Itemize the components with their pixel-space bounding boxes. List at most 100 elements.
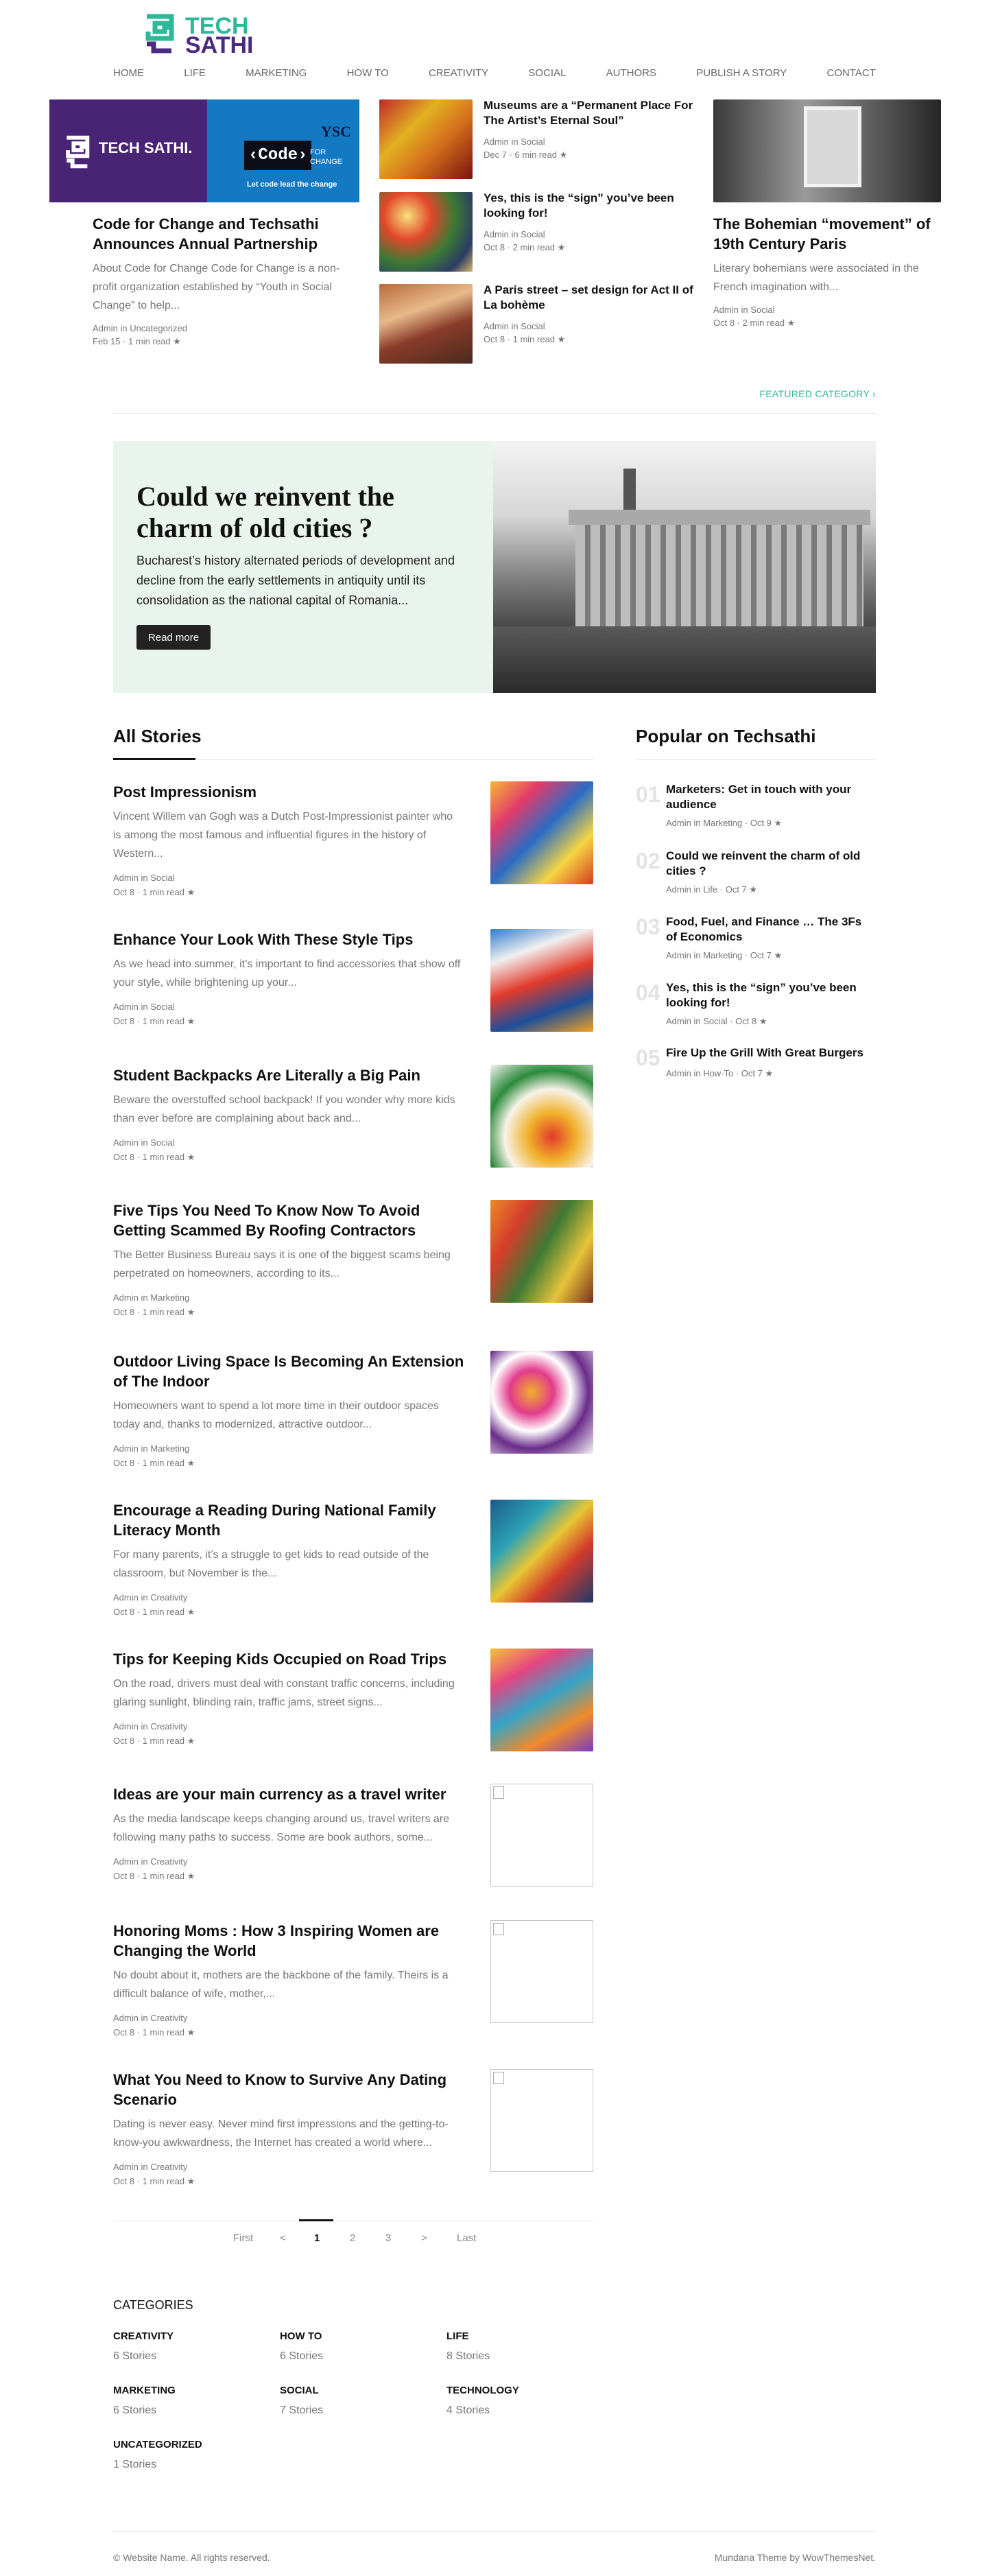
page-3[interactable]: 3	[385, 2232, 391, 2244]
featured-middle-2-date: Oct 8 · 2 min read ★	[484, 242, 566, 252]
story-thumbnail[interactable]	[490, 1649, 593, 1751]
divider	[113, 2531, 876, 2532]
broken-image-icon[interactable]	[490, 1784, 593, 1887]
story-thumbnail[interactable]	[490, 1351, 593, 1454]
story-excerpt: As the media landscape keeps changing ar…	[113, 1813, 450, 1843]
star-icon: ★	[749, 884, 758, 895]
story-title[interactable]: Enhance Your Look With These Style Tips	[113, 930, 470, 949]
story-thumbnail[interactable]	[490, 1500, 593, 1603]
image-ysc-text: YSC	[320, 123, 351, 140]
featured-middle-2-title[interactable]: Yes, this is the “sign” you’ve been look…	[484, 191, 700, 221]
story-title[interactable]: Encourage a Reading During National Fami…	[113, 1500, 470, 1540]
popular-title[interactable]: Food, Fuel, and Finance … The 3Fs of Eco…	[666, 914, 872, 945]
thumb-museum[interactable]	[379, 99, 473, 179]
story-excerpt: For many parents, it’s a struggle to get…	[113, 1549, 429, 1579]
broken-image-icon[interactable]	[490, 1920, 593, 2023]
story-title[interactable]: What You Need to Know to Survive Any Dat…	[113, 2070, 470, 2110]
story-thumbnail[interactable]	[490, 781, 593, 884]
nav-item-life[interactable]: LIFE	[184, 67, 206, 79]
category-name[interactable]: SOCIAL	[280, 2385, 323, 2396]
featured-middle-2-author[interactable]: Admin in Social	[484, 229, 700, 239]
story-date: Oct 8 · 1 min read ★	[113, 1458, 195, 1468]
category-name[interactable]: UNCATEGORIZED	[113, 2439, 202, 2450]
featured-middle-2: Yes, this is the “sign” you’ve been look…	[484, 191, 700, 253]
star-icon: ★	[774, 950, 783, 960]
story-excerpt: As we head into summer, it’s important t…	[113, 958, 461, 989]
nav-item-social[interactable]: SOCIAL	[528, 67, 566, 79]
popular-title[interactable]: Fire Up the Grill With Great Burgers	[666, 1045, 872, 1061]
popular-title[interactable]: Could we reinvent the charm of old citie…	[666, 849, 872, 879]
category-name[interactable]: MARKETING	[113, 2385, 176, 2396]
featured-main-author[interactable]: Admin in Uncategorized	[93, 323, 346, 333]
category-name[interactable]: CREATIVITY	[113, 2330, 174, 2342]
nav-item-marketing[interactable]: MARKETING	[246, 67, 307, 79]
image-code-text: ‹Code›	[244, 141, 312, 170]
story-title[interactable]: Honoring Moms : How 3 Inspiring Women ar…	[113, 1921, 470, 1961]
category-name[interactable]: TECHNOLOGY	[446, 2385, 519, 2396]
category-life[interactable]: LIFE 8 Stories	[446, 2330, 490, 2363]
story-thumbnail[interactable]	[490, 929, 593, 1032]
nav-item-publish[interactable]: PUBLISH A STORY	[696, 67, 787, 79]
featured-right: The Bohemian “movement” of 19th Century …	[713, 214, 940, 329]
star-icon: ★	[774, 818, 783, 828]
category-creativity[interactable]: CREATIVITY 6 Stories	[113, 2330, 174, 2363]
featured-middle-1-title[interactable]: Museums are a “Permanent Place For The A…	[484, 98, 700, 128]
category-social[interactable]: SOCIAL 7 Stories	[280, 2385, 323, 2417]
all-stories-heading: All Stories	[113, 726, 202, 746]
thumb-bohemian[interactable]	[713, 99, 941, 202]
story-title[interactable]: Post Impressionism	[113, 782, 470, 802]
nav-item-home[interactable]: HOME	[113, 67, 144, 79]
thumb-sign[interactable]	[379, 192, 473, 272]
featured-middle-1-author[interactable]: Admin in Social	[484, 137, 700, 147]
star-icon: ★	[759, 1016, 767, 1026]
page-2[interactable]: 2	[350, 2232, 355, 2244]
page-last[interactable]: Last	[457, 2232, 476, 2244]
story-title[interactable]: Student Backpacks Are Literally a Big Pa…	[113, 1065, 470, 1085]
thumb-paris[interactable]	[379, 284, 473, 364]
nav-item-how-to[interactable]: HOW TO	[347, 67, 389, 79]
image-for-text: FOR CHANGE	[310, 148, 343, 166]
featured-right-author[interactable]: Admin in Social	[713, 305, 940, 315]
footer-credit[interactable]: Mundana Theme by WowThemesNet.	[715, 2552, 876, 2563]
logo-mark-icon	[145, 14, 174, 54]
story-date: Oct 8 · 1 min read ★	[113, 2027, 195, 2037]
page-1[interactable]: 1	[314, 2232, 320, 2244]
story-title[interactable]: Ideas are your main currency as a travel…	[113, 1784, 470, 1804]
popular-title[interactable]: Yes, this is the “sign” you’ve been look…	[666, 980, 872, 1011]
featured-middle-3-title[interactable]: A Paris street – set design for Act II o…	[484, 283, 700, 313]
broken-image-icon[interactable]	[490, 2069, 593, 2172]
story-title[interactable]: Five Tips You Need To Know Now To Avoid …	[113, 1201, 470, 1240]
featured-right-title[interactable]: The Bohemian “movement” of 19th Century …	[713, 214, 940, 254]
category-name[interactable]: LIFE	[446, 2330, 490, 2342]
banner-title[interactable]: Could we reinvent the charm of old citie…	[136, 481, 425, 544]
page-next[interactable]: >	[421, 2232, 427, 2244]
divider	[636, 759, 876, 760]
category-uncategorized[interactable]: UNCATEGORIZED 1 Stories	[113, 2439, 202, 2471]
nav-item-authors[interactable]: AUTHORS	[606, 67, 656, 79]
read-more-button[interactable]: Read more	[136, 625, 211, 650]
popular-title[interactable]: Marketers: Get in touch with your audien…	[666, 782, 872, 812]
story-title[interactable]: Outdoor Living Space Is Becoming An Exte…	[113, 1351, 470, 1391]
category-technology[interactable]: TECHNOLOGY 4 Stories	[446, 2385, 519, 2417]
featured-middle-3-author[interactable]: Admin in Social	[484, 321, 700, 331]
page-first[interactable]: First	[233, 2232, 253, 2244]
site-logo[interactable]: TECH SATHI	[144, 14, 253, 58]
category-how-to[interactable]: HOW TO 6 Stories	[280, 2330, 323, 2363]
nav-item-contact[interactable]: CONTACT	[827, 67, 876, 79]
nav-item-creativity[interactable]: CREATIVITY	[429, 67, 488, 79]
page-prev[interactable]: <	[280, 2232, 286, 2244]
featured-middle-3: A Paris street – set design for Act II o…	[484, 283, 700, 345]
story-title[interactable]: Tips for Keeping Kids Occupied on Road T…	[113, 1649, 470, 1669]
category-count: 6 Stories	[113, 2350, 157, 2362]
category-count: 7 Stories	[280, 2404, 324, 2416]
featured-main-image[interactable]: TECH SATHI. YSC ‹Code› FOR CHANGE Let co…	[49, 99, 359, 202]
story-thumbnail[interactable]	[490, 1065, 593, 1168]
story-thumbnail[interactable]	[490, 1200, 593, 1303]
banner-image[interactable]	[493, 441, 876, 693]
star-icon: ★	[187, 887, 195, 897]
category-name[interactable]: HOW TO	[280, 2330, 323, 2342]
featured-main-title[interactable]: Code for Change and Techsathi Announces …	[93, 214, 346, 254]
category-marketing[interactable]: MARKETING 6 Stories	[113, 2385, 176, 2417]
featured-middle-1-date: Dec 7 · 6 min read ★	[484, 150, 568, 160]
featured-category-link[interactable]: FEATURED CATEGORY ›	[759, 388, 876, 399]
